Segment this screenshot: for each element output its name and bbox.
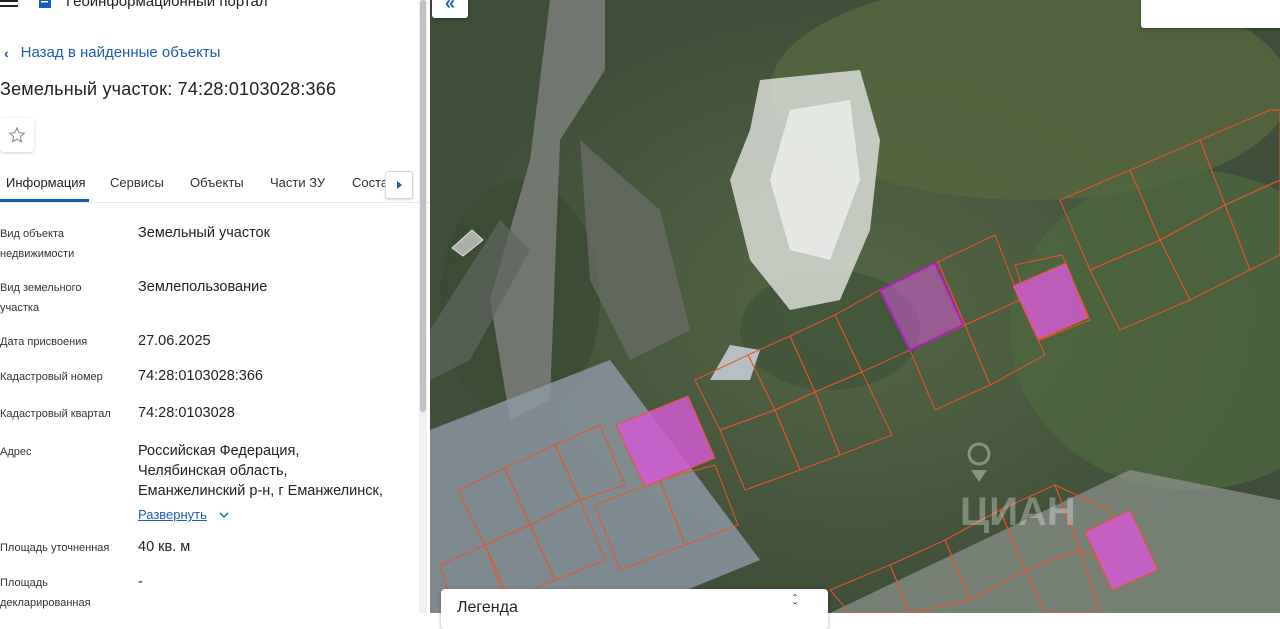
tab-objects[interactable]: Объекты [190, 175, 244, 190]
date-value: 27.06.2025 [138, 333, 211, 349]
tab-services[interactable]: Сервисы [110, 175, 164, 190]
tabs-scroll-right-button[interactable] [385, 171, 413, 199]
map-watermark: ЦИАН [960, 490, 1076, 534]
info-panel: Геоинформационный портал ‹ Назад в найде… [0, 0, 430, 613]
expand-label: Развернуть [138, 507, 207, 522]
tab-information[interactable]: Информация [6, 175, 86, 190]
tab-bar: Информация Сервисы Объекты Части ЗУ Сост… [0, 164, 430, 203]
menu-icon[interactable] [0, 0, 18, 10]
chevron-left-icon: ‹ [4, 44, 9, 61]
object-type-label: Вид объекта недвижимости [0, 228, 75, 260]
tab-composition[interactable]: Соста [352, 175, 388, 190]
star-icon [8, 126, 26, 143]
map-search-box[interactable] [1141, 0, 1280, 28]
portal-title: Геоинформационный портал [66, 0, 268, 10]
area-declared-label: Площадь декларированная [0, 577, 91, 609]
back-to-results-link[interactable]: ‹ Назад в найденные объекты [4, 44, 220, 61]
cadastral-number-value: 74:28:0103028:366 [138, 368, 263, 384]
panel-scrollbar[interactable] [419, 0, 427, 613]
area-declared-value: - [138, 574, 143, 590]
favorite-button[interactable] [0, 118, 34, 152]
tab-parcel-parts[interactable]: Части ЗУ [270, 175, 325, 190]
address-label: Адрес [0, 446, 32, 458]
expand-collapse-icon[interactable]: ˆˇ [793, 593, 797, 613]
map-legend[interactable]: Легенда ˆˇ [441, 589, 828, 629]
scrollbar-thumb[interactable] [420, 0, 426, 412]
cadastral-quarter-label: Кадастровый квартал [0, 408, 111, 420]
double-chevron-left-icon: « [444, 0, 455, 13]
area-precise-label: Площадь уточненная [0, 542, 110, 554]
active-tab-indicator [0, 199, 89, 202]
collapse-panel-button[interactable]: « [432, 0, 468, 18]
map-view[interactable]: ЦИАН [430, 0, 1280, 613]
area-precise-value: 40 кв. м [138, 539, 191, 555]
land-type-label: Вид земельного участка [0, 282, 82, 314]
date-label: Дата присвоения [0, 336, 88, 348]
back-link-label: Назад в найденные объекты [20, 44, 221, 61]
portal-logo-icon [39, 0, 51, 8]
address-value: Российская Федерация, Челябинская област… [138, 441, 383, 525]
top-bar: Геоинформационный портал [0, 0, 430, 16]
chevron-down-icon [219, 512, 229, 519]
cadastral-number-label: Кадастровый номер [0, 371, 103, 383]
cadastral-quarter-value: 74:28:0103028 [138, 405, 235, 421]
land-type-value: Землепользование [138, 279, 268, 295]
chevron-right-icon [396, 181, 402, 189]
page-title: Земельный участок: 74:28:0103028:366 [0, 79, 337, 99]
object-type-value: Земельный участок [138, 225, 270, 241]
satellite-map[interactable]: ЦИАН [430, 0, 1280, 613]
legend-title: Легенда [457, 599, 518, 616]
expand-address-link[interactable]: Развернуть [138, 505, 383, 525]
